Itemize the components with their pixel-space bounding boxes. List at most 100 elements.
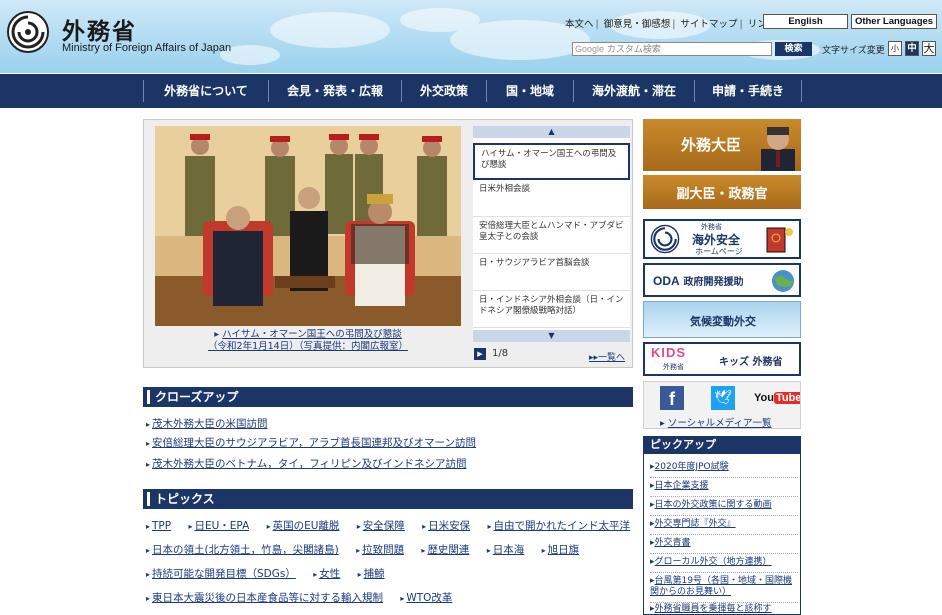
carousel-list-link[interactable]: ▸▸一覧へ: [589, 350, 625, 363]
topic-whaling[interactable]: 捕鯨: [364, 568, 385, 580]
util-link-sitemap[interactable]: サイトマップ: [679, 19, 740, 30]
carousel-photo[interactable]: [155, 126, 461, 326]
util-link-skip[interactable]: 本文へ: [563, 19, 596, 30]
util-link-feedback[interactable]: 御意見・御感想: [602, 19, 673, 30]
pickup-item[interactable]: ▸外交青書: [650, 538, 798, 554]
nav-item-regions[interactable]: 国・地域: [487, 74, 573, 108]
topic-rising-sun-flag[interactable]: 旭日旗: [548, 544, 580, 556]
topics-row-1: ▸ TPP ▸ 日EU・EPA ▸ 英国のEU離脱 ▸ 安全保障 ▸ 日米安保 ▸ 自由で開…: [146, 520, 631, 532]
site-name-en[interactable]: Ministry of Foreign Affairs of Japan: [62, 42, 231, 54]
topics-heading: トピックス: [143, 489, 633, 509]
topic-brexit[interactable]: 英国のEU離脱: [273, 520, 340, 532]
topic-women[interactable]: 女性: [319, 568, 340, 580]
topic-sdgs[interactable]: 持続可能な開発目標（SDGs）: [152, 568, 296, 580]
slide-up-arrow-icon[interactable]: ▲: [473, 126, 630, 138]
caption-bullet-icon: ▸: [214, 329, 220, 340]
slide-item-4[interactable]: 日・サウジアラビア首脳会談: [473, 254, 630, 291]
pickup-item[interactable]: ▸2020年度JPO試験: [650, 462, 798, 478]
fontsize-small-button[interactable]: 小: [888, 41, 902, 56]
minister-portrait-icon: [761, 127, 795, 171]
mofa-logo-icon: [650, 224, 680, 254]
kids-logo: KIDS: [651, 345, 687, 360]
closeup-heading: クローズアップ: [143, 387, 633, 407]
global-nav: 外務省について 会見・発表・広報 外交政策 国・地域 海外渡航・滞在 申請・手続…: [0, 74, 942, 108]
topic-abduction[interactable]: 拉致問題: [362, 544, 404, 556]
topic-history[interactable]: 歴史関連: [427, 544, 469, 556]
search-placeholder: カスタム検索: [606, 45, 661, 55]
topic-territory[interactable]: 日本の領土(北方領土，竹島，尖閣諸島): [152, 544, 339, 556]
pickup-item[interactable]: ▸外交専門誌『外交』: [650, 519, 798, 535]
fontsize-medium-button[interactable]: 中: [905, 41, 919, 56]
bullet-icon: ▸: [146, 439, 151, 448]
caption-line2[interactable]: （令和2年1月14日）（写真提供：内閣広報室）: [155, 341, 461, 353]
search-brand: Google: [575, 44, 605, 54]
pickup-item[interactable]: ▸外務省職員を乗揮毎と該称す: [650, 604, 798, 615]
slide-item-3[interactable]: 安倍総理大臣とムハンマド・アブダビ皇太子との会談: [473, 217, 630, 254]
nav-item-travel[interactable]: 海外渡航・滞在: [574, 74, 694, 108]
topic-wto-reform[interactable]: WTO改革: [406, 592, 452, 604]
minister-label: 外務大臣: [681, 136, 742, 154]
pickup-heading: ピックアップ: [643, 436, 801, 454]
other-languages-button[interactable]: Other Languages: [851, 14, 937, 29]
topic-indo-pacific[interactable]: 自由で開かれたインド太平洋: [494, 520, 631, 532]
pager-count: 1/8: [492, 348, 509, 359]
safety-sub: ホームページ: [695, 247, 743, 256]
nav-item-policy[interactable]: 外交政策: [402, 74, 486, 108]
fontsize-label: 文字サイズ変更: [822, 46, 885, 56]
oda-label: 政府開発援助: [683, 277, 744, 288]
pickup-item[interactable]: ▸台風第19号（各国・地域・国際機関からのお見舞い）: [650, 576, 798, 603]
kids-banner[interactable]: KIDS 外務省 キッズ 外務省: [643, 342, 801, 376]
oda-bold: ODA: [653, 274, 680, 288]
play-icon[interactable]: ▶: [474, 348, 486, 360]
nav-item-about[interactable]: 外務省について: [144, 74, 268, 108]
oda-banner[interactable]: ODA 政府開発援助: [643, 263, 801, 297]
vice-minister-banner[interactable]: 副大臣・政務官: [643, 175, 801, 209]
topic-eu-epa[interactable]: 日EU・EPA: [194, 520, 249, 532]
topic-security[interactable]: 安全保障: [363, 520, 405, 532]
english-button[interactable]: English: [763, 14, 848, 29]
topics-row-4: ▸ 東日本大震災後の日本産食品等に対する輸入規制 ▸ WTO改革: [146, 592, 453, 604]
overseas-safety-banner[interactable]: 外務省 海外安全 ホームページ: [643, 219, 801, 259]
nav-item-press[interactable]: 会見・発表・広報: [269, 74, 401, 108]
facebook-icon[interactable]: f: [660, 386, 684, 410]
oda-globe-icon: [772, 270, 794, 292]
fontsize-large-button[interactable]: 大: [922, 41, 936, 56]
youtube-icon[interactable]: You Tube: [754, 388, 800, 408]
closeup-link-2[interactable]: ▸ 安倍総理大臣のサウジアラビア，アラブ首長国連邦及びオマーン訪問: [146, 435, 476, 450]
bullet-icon: ▸: [146, 460, 151, 469]
bullet-icon: ▸: [146, 420, 151, 429]
carousel-caption[interactable]: ▸ ハイサム・オマーン国王への弔問及び懇談 （令和2年1月14日）（写真提供：内…: [155, 329, 461, 353]
slide-down-arrow-icon[interactable]: ▼: [473, 330, 630, 342]
climate-label: 気候変動外交: [690, 315, 756, 328]
topic-us-japan-security[interactable]: 日米安保: [428, 520, 470, 532]
social-media-link[interactable]: ▸ ソーシャルメディア一覧: [660, 415, 771, 429]
search-input[interactable]: Google カスタム検索: [572, 42, 772, 56]
pickup-item[interactable]: ▸日本の外交政策に関する動画: [650, 500, 798, 516]
news-carousel: ▸ ハイサム・オマーン国王への弔問及び懇談 （令和2年1月14日）（写真提供：内…: [143, 119, 633, 368]
search-button[interactable]: 検索: [775, 42, 812, 56]
bullet-icon: ▸: [660, 418, 665, 429]
caption-line1[interactable]: ハイサム・オマーン国王への弔問及び懇談: [222, 329, 402, 340]
nav-item-procedures[interactable]: 申請・手続き: [695, 74, 801, 108]
site-name-jp[interactable]: 外務省: [62, 12, 137, 46]
pickup-item[interactable]: ▸日本企業支援: [650, 481, 798, 497]
pickup-item[interactable]: ▸グローカル外交（地方連携）: [650, 557, 798, 573]
slide-item-5[interactable]: 日・インドネシア外相会談（日・インドネシア閣僚級戦略対話）: [473, 291, 630, 328]
slide-item-1[interactable]: ハイサム・オマーン国王への弔問及び懇談: [473, 143, 630, 180]
topic-tpp[interactable]: TPP: [152, 520, 171, 532]
vice-minister-label: 副大臣・政務官: [676, 187, 768, 202]
social-media-box: f 🕊 You Tube ▸ ソーシャルメディア一覧: [643, 381, 801, 429]
topic-sea-of-japan[interactable]: 日本海: [493, 544, 525, 556]
topics-row-2: ▸ 日本の領土(北方領土，竹島，尖閣諸島) ▸ 拉致問題 ▸ 歴史関連 ▸ 日本海 ▸ 旭…: [146, 544, 580, 556]
double-arrow-icon: ▸▸: [589, 353, 599, 363]
closeup-link-1[interactable]: ▸ 茂木外務大臣の米国訪問: [146, 416, 268, 431]
climate-diplomacy-banner[interactable]: 気候変動外交: [643, 301, 801, 338]
slide-item-2[interactable]: 日米外相会談: [473, 180, 630, 217]
topic-food-import[interactable]: 東日本大震災後の日本産食品等に対する輸入規制: [152, 592, 383, 604]
closeup-link-3[interactable]: ▸ 茂木外務大臣のベトナム，タイ，フィリピン及びインドネシア訪問: [146, 456, 467, 471]
mofa-logo-icon[interactable]: [7, 11, 49, 53]
minister-banner[interactable]: 外務大臣: [643, 119, 801, 171]
utility-links: 本文へ| 御意見・御感想| サイトマップ| リンク集: [563, 16, 788, 30]
twitter-icon[interactable]: 🕊: [711, 386, 735, 410]
kids-sub: 外務省: [663, 363, 684, 371]
